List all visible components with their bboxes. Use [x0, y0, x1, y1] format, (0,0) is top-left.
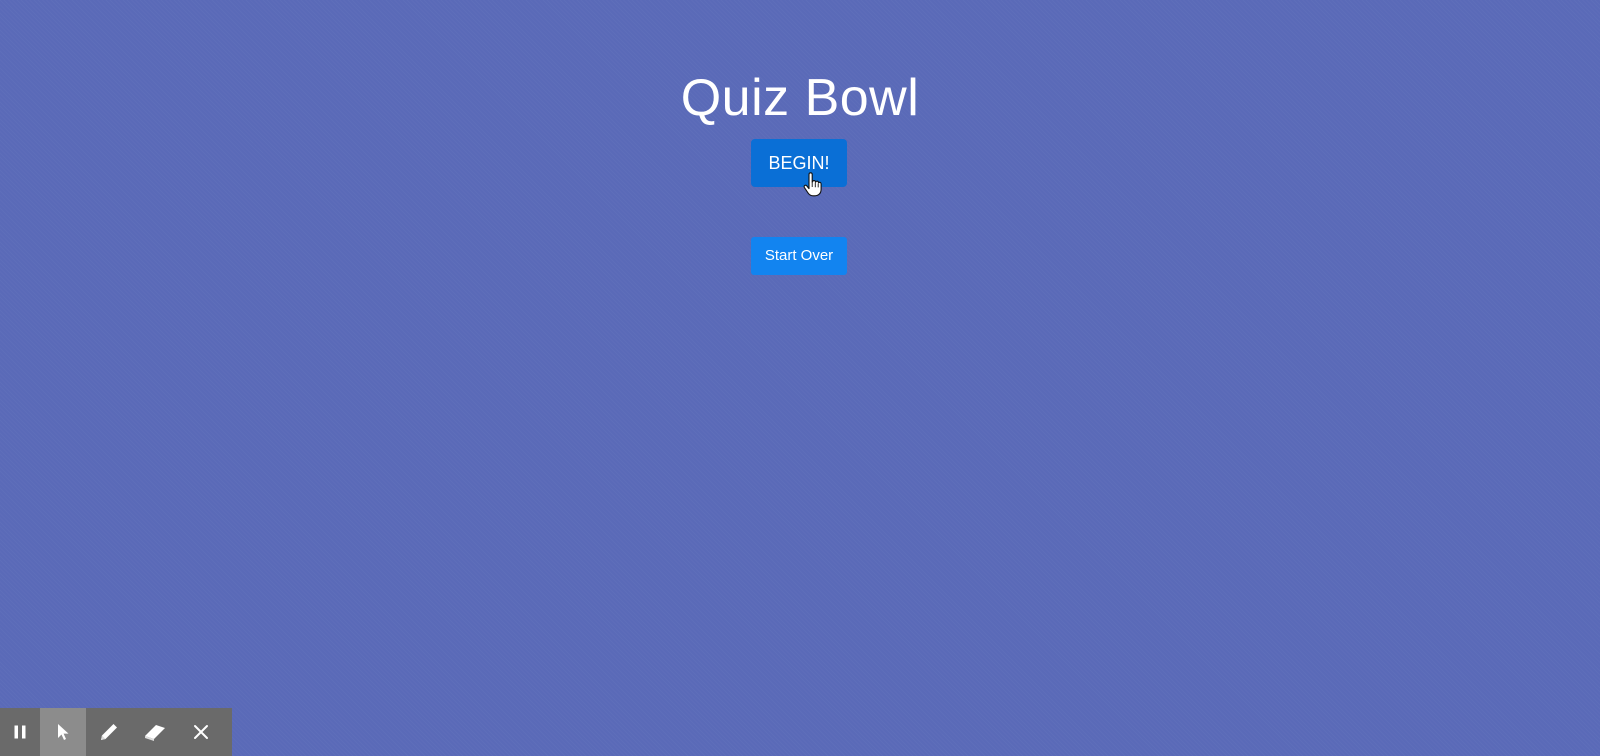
page-background: Quiz Bowl BEGIN! Start Over: [0, 0, 1600, 756]
hand-cursor-icon: [803, 172, 822, 197]
close-toolbar-button[interactable]: [178, 708, 224, 756]
begin-button[interactable]: BEGIN!: [751, 139, 847, 187]
pause-button[interactable]: [0, 708, 40, 756]
page-title: Quiz Bowl: [680, 69, 920, 127]
pencil-icon: [101, 724, 117, 740]
annotation-toolbar: [0, 708, 232, 756]
eraser-icon: [145, 725, 165, 741]
close-icon: [194, 725, 208, 739]
pointer-icon: [58, 724, 69, 740]
start-over-button[interactable]: Start Over: [751, 237, 847, 275]
pencil-tool-button[interactable]: [86, 708, 132, 756]
pause-icon: [14, 725, 26, 739]
eraser-tool-button[interactable]: [132, 708, 178, 756]
pointer-tool-button[interactable]: [40, 708, 86, 756]
